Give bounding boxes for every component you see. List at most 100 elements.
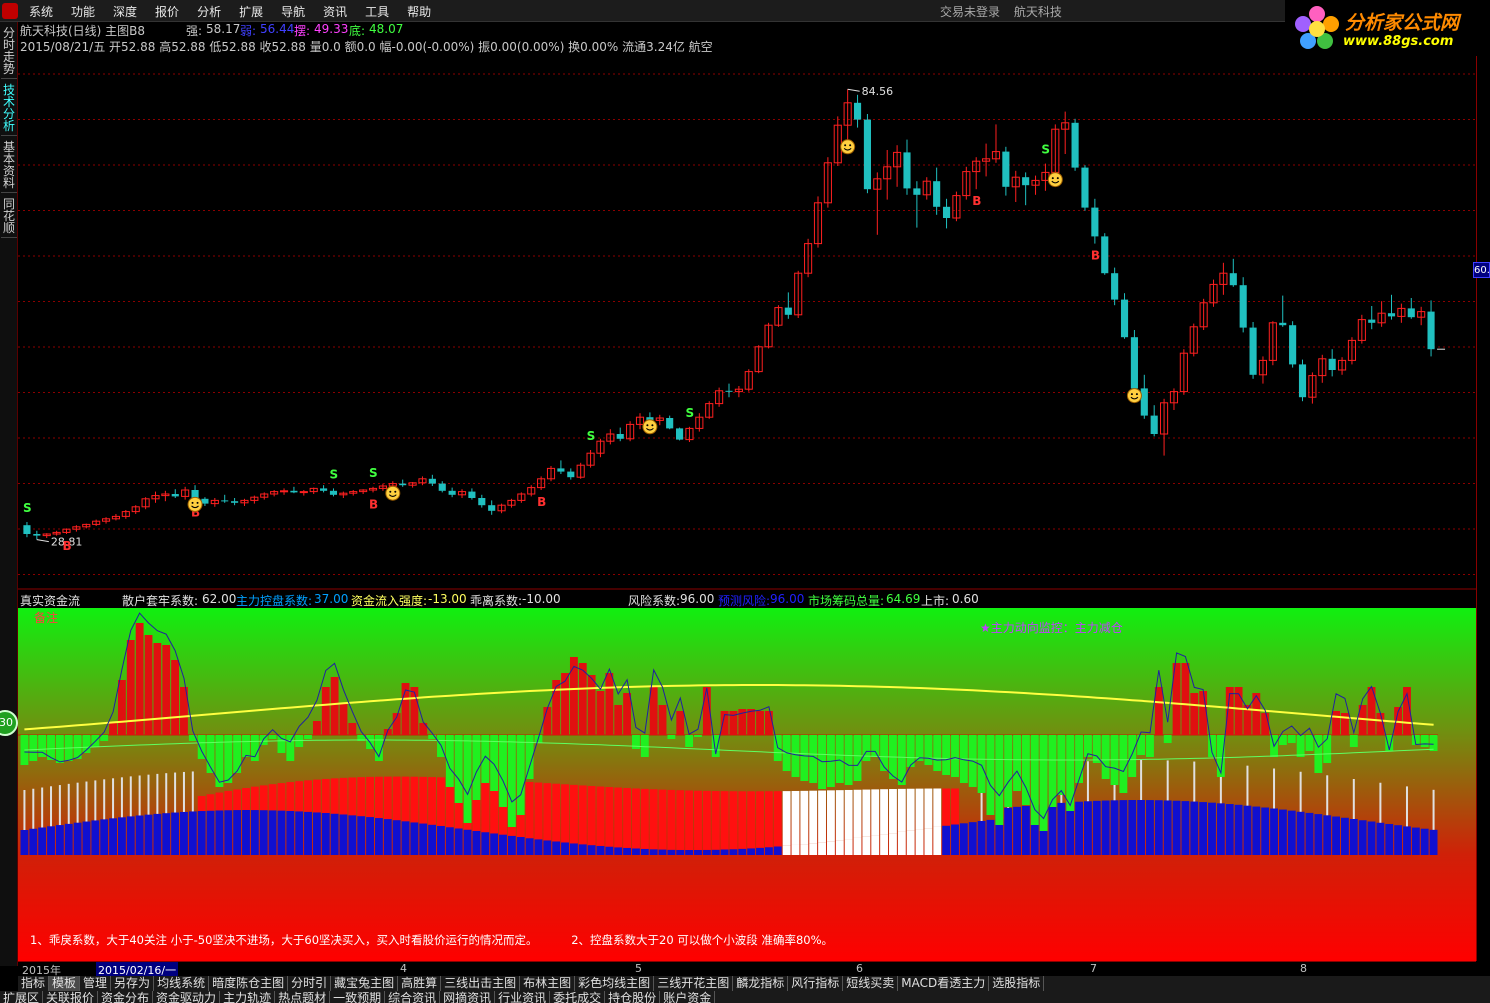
indicator-tab-12[interactable]: 三线开花主图	[654, 976, 734, 991]
stock-bar-red	[897, 788, 906, 832]
indicator-tab-14[interactable]: 风行指标	[788, 976, 844, 991]
extension-tab-7[interactable]: 综合资讯	[385, 991, 441, 1003]
stock-bar-blue	[747, 848, 756, 855]
stock-bar-red	[800, 790, 809, 845]
price-axis-tag: 60.	[1473, 262, 1490, 278]
flow-bar-down	[516, 735, 525, 815]
left-tab-3[interactable]: 同花顺	[1, 195, 17, 238]
stock-bar-blue	[924, 828, 933, 855]
indicator-tab-17[interactable]: 选股指标	[989, 976, 1045, 991]
flow-bar-up	[109, 723, 117, 735]
menu-item-0[interactable]: 系统	[29, 3, 53, 20]
indicator-tab-13[interactable]: 麟龙指标	[733, 976, 789, 991]
indicator-tab-7[interactable]: 藏宝兔主图	[331, 976, 399, 991]
capital-flow-chart[interactable]: 备注 ★主力动向监控：主力减仓	[18, 608, 1476, 961]
indicator-tab-0[interactable]: 指标	[18, 976, 50, 991]
stock-bar-blue	[534, 839, 543, 855]
smiley-eye	[191, 501, 194, 504]
flow-bar-down	[951, 735, 959, 777]
flow-bar-down	[1296, 735, 1305, 757]
extension-tab-1[interactable]: 关联报价	[43, 991, 99, 1003]
brand-url[interactable]: www.88gs.com	[1343, 34, 1453, 49]
menu-item-6[interactable]: 导航	[281, 3, 305, 20]
menu-item-8[interactable]: 工具	[365, 3, 389, 20]
extension-tab-0[interactable]: 扩展区	[0, 991, 44, 1003]
f5-value: 96.00	[680, 592, 715, 606]
stock-bar-blue	[481, 832, 490, 855]
indicator-tab-16[interactable]: MACD看透主力	[898, 976, 990, 991]
stock-bar-blue	[1163, 800, 1172, 855]
stock-bar-blue	[1411, 827, 1420, 855]
indicator-tab-9[interactable]: 三线出击主图	[441, 976, 521, 991]
f3-label: 资金流入强度:	[351, 594, 428, 608]
stock-bar-blue	[1199, 802, 1208, 855]
menu-item-1[interactable]: 功能	[71, 3, 95, 20]
extension-tab-4[interactable]: 主力轨迹	[220, 991, 276, 1003]
flow-bar-down	[694, 735, 702, 737]
flow-bar-up	[552, 680, 561, 735]
candle-body	[557, 468, 565, 472]
stock-bar-red	[826, 790, 835, 842]
indicator-tab-6[interactable]: 分时引	[288, 976, 332, 991]
indicator-tab-10[interactable]: 布林主图	[520, 976, 576, 991]
stock-bar-red	[951, 788, 959, 825]
indicator-tab-4[interactable]: 均线系统	[154, 976, 210, 991]
extension-tab-6[interactable]: 一致预期	[330, 991, 386, 1003]
stock-bar-blue	[1057, 802, 1066, 855]
stock-bar-red	[366, 776, 374, 818]
flow-bar-down	[809, 735, 818, 783]
menu-item-3[interactable]: 报价	[155, 3, 179, 20]
candle-body	[468, 491, 476, 498]
app-logo-icon[interactable]	[2, 3, 18, 19]
indicator-tab-5[interactable]: 暗度陈仓主图	[209, 976, 289, 991]
stock-bar-red	[924, 788, 933, 829]
flow-bar-up	[623, 693, 632, 735]
menu-item-7[interactable]: 资讯	[323, 3, 347, 20]
stock-bar-blue	[694, 849, 702, 855]
sell-signal: S	[685, 406, 694, 420]
indicator-tab-8[interactable]: 高胜算	[398, 976, 442, 991]
stock-bar-blue	[764, 847, 773, 855]
left-tab-0[interactable]: 分时走势	[1, 24, 17, 79]
indicator-tab-2[interactable]: 管理	[80, 976, 112, 991]
price-axis	[1476, 56, 1490, 961]
stock-bar-blue	[1092, 800, 1101, 855]
extension-tab-12[interactable]: 账户资金	[660, 991, 716, 1003]
low-pointer	[36, 539, 49, 543]
stock-bar-red	[268, 784, 277, 811]
stock-bar-blue	[587, 845, 596, 855]
extension-tab-11[interactable]: 持仓股份	[605, 991, 661, 1003]
left-tab-1[interactable]: 技术分析	[1, 81, 17, 136]
stock-bar-blue	[1021, 805, 1030, 855]
menu-item-9[interactable]: 帮助	[407, 3, 431, 20]
stock-bar-tick	[1352, 779, 1355, 820]
candlestick-chart[interactable]: 84.5628.81SS SSSSBBB BBB	[18, 54, 1476, 590]
stock-bar-tick	[1405, 786, 1408, 827]
flow-bar-up	[348, 723, 357, 735]
indicator-tab-3[interactable]: 另存为	[111, 976, 155, 991]
menu-item-2[interactable]: 深度	[113, 3, 137, 20]
stock-bar-blue	[1394, 825, 1403, 855]
menu-item-5[interactable]: 扩展	[239, 3, 263, 20]
buy-signal: B	[1091, 249, 1100, 263]
extension-tab-8[interactable]: 网摘资讯	[440, 991, 496, 1003]
extension-tab-3[interactable]: 资金驱动力	[153, 991, 221, 1003]
stock-bar-tick	[147, 774, 150, 815]
indicator-tab-1[interactable]: 模板	[49, 976, 81, 991]
stock-bar-red	[295, 781, 304, 812]
candle-body	[231, 501, 239, 503]
extension-tab-5[interactable]: 热点题材	[275, 991, 331, 1003]
stock-bar-blue	[463, 829, 472, 855]
weak-value: 56.44	[260, 22, 295, 36]
extension-tab-2[interactable]: 资金分布	[98, 991, 154, 1003]
indicator-tab-11[interactable]: 彩色均线主图	[575, 976, 655, 991]
extension-tab-9[interactable]: 行业资讯	[495, 991, 551, 1003]
menu-item-4[interactable]: 分析	[197, 3, 221, 20]
indicator-tab-15[interactable]: 短线买卖	[843, 976, 899, 991]
f6-value: 96.00	[770, 592, 805, 606]
extension-tab-10[interactable]: 委托成交	[550, 991, 606, 1003]
f5-label: 风险系数:	[628, 594, 681, 608]
stock-bar-blue	[233, 810, 242, 855]
left-tab-2[interactable]: 基本资料	[1, 138, 17, 193]
candle-body	[1368, 319, 1376, 323]
